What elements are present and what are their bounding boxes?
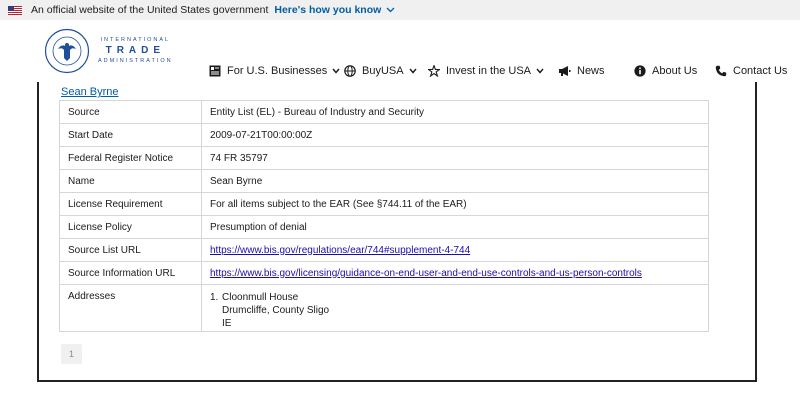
list-item: 1. Cloonmull House Drumcliffe, County Sli… bbox=[210, 291, 700, 330]
logo-line-3: ADMINISTRATION bbox=[98, 58, 173, 64]
source-information-url-link[interactable]: https://www.bis.gov/licensing/guidance-o… bbox=[210, 268, 642, 279]
us-flag-icon bbox=[8, 5, 22, 15]
logo-line-1: INTERNATIONAL bbox=[100, 36, 171, 43]
gov-banner-text: An official website of the United States… bbox=[31, 4, 269, 16]
phone-icon bbox=[715, 65, 727, 77]
row-value-cell: https://www.bis.gov/regulations/ear/744#… bbox=[201, 238, 709, 262]
logo-line-2: TRADE bbox=[105, 45, 166, 56]
table-row: Source List URL https://www.bis.gov/regu… bbox=[59, 238, 709, 262]
nav-label: News bbox=[577, 65, 605, 77]
nav-label: BuyUSA bbox=[362, 65, 404, 77]
nav-label: For U.S. Businesses bbox=[227, 65, 328, 77]
row-value: For all items subject to the EAR (See §7… bbox=[201, 192, 709, 216]
addresses-cell: 1. Cloonmull House Drumcliffe, County Sli… bbox=[201, 284, 709, 332]
table-row: Start Date 2009-07-21T00:00:00Z bbox=[59, 123, 709, 147]
address-list: 1. Cloonmull House Drumcliffe, County Sli… bbox=[210, 291, 700, 330]
info-icon bbox=[634, 65, 646, 77]
row-label: License Policy bbox=[59, 215, 202, 239]
chevron-down-icon bbox=[409, 68, 417, 74]
heres-how-you-know-link[interactable]: Here's how you know bbox=[274, 4, 395, 16]
address-line-2: Drumcliffe, County Sligo bbox=[222, 305, 330, 316]
businesses-icon bbox=[209, 65, 221, 77]
row-label: Source Information URL bbox=[59, 261, 202, 285]
nav-label: About Us bbox=[652, 65, 698, 77]
record-panel: Sean Byrne Source Entity List (EL) - Bur… bbox=[37, 82, 757, 382]
nav-item-news[interactable]: News bbox=[558, 65, 605, 77]
row-value: 2009-07-21T00:00:00Z bbox=[201, 123, 709, 147]
row-label: Source List URL bbox=[59, 238, 202, 262]
address-line-1: Cloonmull House bbox=[222, 292, 299, 303]
nav-item-for-us-businesses[interactable]: For U.S. Businesses bbox=[209, 65, 346, 77]
table-row: Name Sean Byrne bbox=[59, 169, 709, 193]
nav-label: Invest in the USA bbox=[446, 65, 531, 77]
megaphone-icon bbox=[559, 66, 571, 76]
star-icon bbox=[428, 65, 440, 77]
table-row: License Requirement For all items subjec… bbox=[59, 192, 709, 216]
record-name-link[interactable]: Sean Byrne bbox=[61, 86, 118, 98]
row-label: Start Date bbox=[59, 123, 202, 147]
nav-item-contact-us[interactable]: Contact Us bbox=[715, 65, 787, 77]
pagination-page-button[interactable]: 1 bbox=[61, 344, 82, 364]
table-row: Source Information URL https://www.bis.g… bbox=[59, 261, 709, 285]
globe-icon bbox=[344, 65, 356, 77]
nav-item-about-us[interactable]: About Us bbox=[634, 65, 697, 77]
row-value: Presumption of denial bbox=[201, 215, 709, 239]
nav-item-buyusa[interactable]: BuyUSA bbox=[344, 65, 423, 77]
address-line-3: IE bbox=[222, 318, 232, 329]
nav-item-invest-in-the-usa[interactable]: Invest in the USA bbox=[428, 65, 550, 77]
chevron-down-icon bbox=[386, 5, 395, 15]
address-number: 1. bbox=[210, 292, 219, 303]
row-label: License Requirement bbox=[59, 192, 202, 216]
row-value-cell: https://www.bis.gov/licensing/guidance-o… bbox=[201, 261, 709, 285]
table-row: Source Entity List (EL) - Bureau of Indu… bbox=[59, 100, 709, 124]
table-row: Addresses 1. Cloonmull House Drumcliffe, … bbox=[59, 284, 709, 332]
row-label: Source bbox=[59, 100, 202, 124]
chevron-down-icon bbox=[536, 68, 544, 74]
row-value: Sean Byrne bbox=[201, 169, 709, 193]
source-list-url-link[interactable]: https://www.bis.gov/regulations/ear/744#… bbox=[210, 245, 470, 256]
row-label: Addresses bbox=[59, 284, 202, 332]
gov-banner: An official website of the United States… bbox=[0, 0, 800, 20]
row-value: Entity List (EL) - Bureau of Industry an… bbox=[201, 100, 709, 124]
ita-logo[interactable]: INTERNATIONAL TRADE ADMINISTRATION bbox=[44, 28, 173, 74]
site-header: INTERNATIONAL TRADE ADMINISTRATION For U… bbox=[0, 20, 800, 90]
row-label: Federal Register Notice bbox=[59, 146, 202, 170]
chevron-down-icon bbox=[332, 68, 340, 74]
ita-wordmark: INTERNATIONAL TRADE ADMINISTRATION bbox=[98, 36, 173, 65]
nav-label: Contact Us bbox=[733, 65, 788, 77]
record-table: Source Entity List (EL) - Bureau of Indu… bbox=[59, 100, 709, 332]
heres-how-you-know-label: Here's how you know bbox=[274, 4, 382, 16]
table-row: Federal Register Notice 74 FR 35797 bbox=[59, 146, 709, 170]
commerce-seal-icon bbox=[44, 28, 90, 74]
row-value: 74 FR 35797 bbox=[201, 146, 709, 170]
table-row: License Policy Presumption of denial bbox=[59, 215, 709, 239]
row-label: Name bbox=[59, 169, 202, 193]
